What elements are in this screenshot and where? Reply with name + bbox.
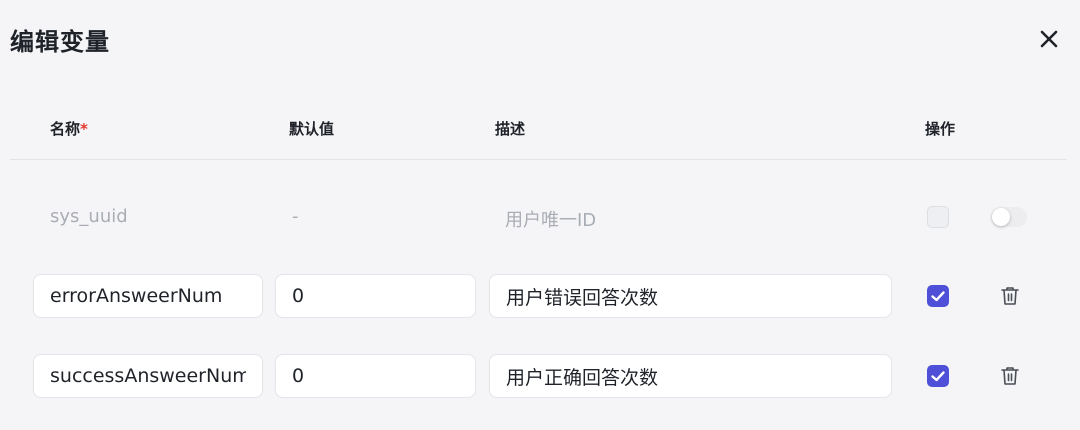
variable-name-input[interactable]	[33, 354, 263, 398]
edit-variables-dialog: 编辑变量 名称* 默认值 描述 操作 sys_uuid - 用户唯一ID	[0, 0, 1080, 430]
checkmark-icon	[927, 285, 949, 307]
trash-icon	[1000, 365, 1020, 387]
variable-name-input[interactable]	[33, 274, 263, 318]
variable-checkbox[interactable]	[927, 365, 949, 387]
required-mark: *	[80, 120, 88, 138]
trash-icon	[1000, 285, 1020, 307]
column-header-description: 描述	[495, 120, 526, 138]
column-header-default: 默认值	[289, 120, 335, 138]
variable-description-input[interactable]	[489, 354, 892, 398]
header-divider	[10, 159, 1067, 160]
system-variable-default: -	[292, 206, 299, 227]
close-icon	[1036, 26, 1062, 52]
variable-checkbox[interactable]	[927, 285, 949, 307]
column-header-name-label: 名称	[50, 120, 81, 138]
checkmark-icon	[927, 365, 949, 387]
system-variable-description: 用户唯一ID	[505, 210, 597, 231]
system-variable-name: sys_uuid	[50, 206, 128, 227]
column-header-actions: 操作	[925, 120, 956, 138]
toggle-knob	[992, 208, 1010, 226]
column-header-name: 名称*	[50, 118, 88, 139]
delete-variable-button[interactable]	[1000, 365, 1020, 387]
variable-description-input[interactable]	[489, 274, 892, 318]
close-button[interactable]	[1036, 26, 1062, 52]
system-variable-checkbox	[927, 206, 949, 228]
variable-default-input[interactable]	[275, 274, 476, 318]
variable-default-input[interactable]	[275, 354, 476, 398]
dialog-title: 编辑变量	[10, 28, 110, 56]
system-variable-toggle	[991, 207, 1027, 227]
delete-variable-button[interactable]	[1000, 285, 1020, 307]
